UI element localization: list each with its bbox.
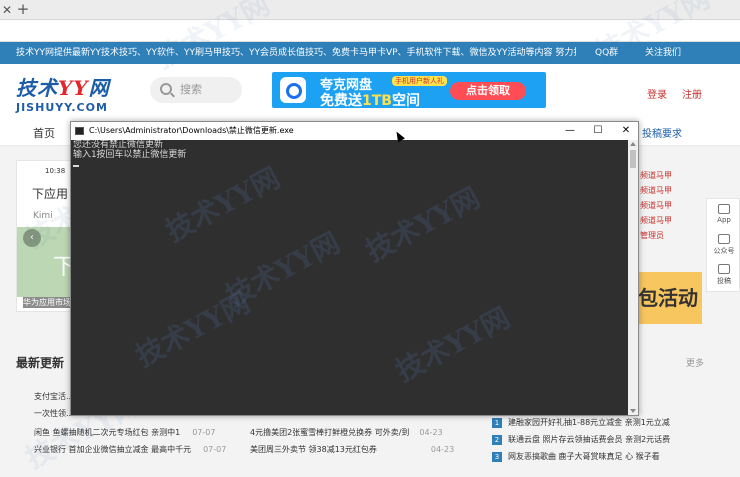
featured-card[interactable]: 10:38 下应用 Kimi 下 ‹ 华为应用市场 (16, 160, 78, 312)
list-item-date: 04-23 (419, 428, 443, 437)
promo-banner[interactable]: 包活动 (630, 272, 702, 324)
more-link[interactable]: 更多 (686, 356, 704, 369)
list-item-text: 4元撸美团2张蜜雪棒打鲜橙兑换券 可外卖/到 (250, 428, 410, 437)
quark-banner-ad[interactable]: 夸克网盘 手机用户新人礼 免费送1TB空间 点击领取 (272, 72, 546, 108)
watermark: 技术YY网 (130, 285, 256, 374)
watermark: 技术YY网 (360, 180, 486, 269)
quark-logo-icon (280, 77, 306, 103)
rank-number: 2 (492, 435, 502, 445)
qrcode-icon (718, 234, 730, 244)
sidebar-app[interactable]: App (707, 201, 740, 231)
rank-text: 网友恶搞歌曲 鹿子大哥赏味真足 心 猴子看 (508, 452, 660, 461)
list-item-text: 闲鱼 鱼螺抽随机二次元专场红包 亲测中1 (34, 428, 181, 437)
topbar-news: 技术YY网提供最新YY技术技巧、YY软件、YY刷马甲技巧、YY会员成长值技巧、免… (16, 48, 576, 58)
console-line: 输入1按回车以禁止微信更新 (73, 150, 187, 160)
logo-subtitle: JISHUYY.COM (16, 101, 108, 114)
list-item-text: 一次性领... (34, 409, 74, 418)
wechat-follow-link[interactable]: 关注我们 (645, 42, 681, 64)
banner-claim-button[interactable]: 点击领取 (450, 82, 526, 100)
list-item[interactable]: 一次性领... (34, 408, 74, 419)
console-titlebar[interactable]: C:\Users\Administrator\Downloads\禁止微信更新.… (71, 122, 638, 140)
right-link[interactable]: 频道马甲 (640, 200, 690, 215)
list-item-text: 美团周三外卖节 领38减13元红包券 (250, 445, 377, 454)
console-line: 您还没有禁止微信更新 (73, 140, 164, 150)
minimize-button[interactable]: — (559, 123, 581, 139)
search-box[interactable]: 搜索 (150, 77, 242, 103)
login-link[interactable]: 登录 (647, 86, 667, 101)
banner-line2: 免费送1TB空间 (320, 90, 420, 108)
right-link[interactable]: 频道马甲 (640, 185, 690, 200)
logo-main-text: 技术 (16, 76, 58, 100)
sidebar-app-label: App (717, 216, 731, 224)
site-logo[interactable]: 技术YY网 JISHUYY.COM (16, 72, 126, 114)
sidebar-wechat[interactable]: 公众号 (707, 231, 740, 261)
list-item[interactable]: 支付宝活... (34, 391, 74, 402)
browser-tab-bar: ✕ + (0, 0, 740, 20)
card-kimi-label: Kimi (33, 211, 53, 221)
rank-number: 3 (492, 452, 502, 462)
maximize-button[interactable]: ☐ (587, 123, 609, 139)
sidebar-submit-label: 投稿 (717, 277, 731, 285)
banner-line2a: 免费送 (320, 93, 362, 108)
list-item-date: 07-07 (192, 428, 216, 437)
banner-line2b: 1TB (362, 93, 392, 108)
watermark: 技术YY网 (160, 160, 286, 249)
site-topbar: 技术YY网提供最新YY技术技巧、YY软件、YY刷马甲技巧、YY会员成长值技巧、免… (0, 42, 740, 64)
scroll-up-icon[interactable] (630, 142, 636, 146)
edit-icon (718, 264, 730, 274)
list-item[interactable]: 闲鱼 鱼螺抽随机二次元专场红包 亲测中1 07-07 (34, 427, 215, 438)
right-links-list: 频道马甲 频道马甲 频道马甲 频道马甲 管理员 (640, 170, 690, 245)
list-item[interactable]: 兴业银行 首加企业微信抽立减金 最高中千元 07-07 (34, 444, 226, 455)
nav-home[interactable]: 首页 (33, 125, 55, 141)
app-icon (718, 204, 730, 214)
watermark: 技术YY网 (390, 300, 516, 389)
console-window[interactable]: C:\Users\Administrator\Downloads\禁止微信更新.… (70, 121, 639, 416)
carousel-prev-icon[interactable]: ‹ (23, 229, 41, 247)
banner-tag: 手机用户新人礼 (392, 76, 447, 86)
right-link[interactable]: 管理员 (640, 230, 690, 245)
site-header: 技术YY网 JISHUYY.COM 搜索 夸克网盘 手机用户新人礼 免费送1TB… (0, 64, 740, 118)
right-link[interactable]: 频道马甲 (640, 170, 690, 185)
rank-item[interactable]: 2 联通云盘 照片存云领抽话费会员 亲测2元话费 (492, 434, 670, 445)
rank-item[interactable]: 3 网友恶搞歌曲 鹿子大哥赏味真足 心 猴子看 (492, 451, 660, 462)
qq-group-link[interactable]: QQ群 (595, 42, 618, 64)
rank-number: 1 (492, 418, 502, 428)
right-link[interactable]: 频道马甲 (640, 215, 690, 230)
list-item-text: 支付宝活... (34, 392, 74, 401)
card-time: 10:38 (45, 167, 66, 175)
logo-net-text: 网 (88, 76, 110, 100)
sidebar-submit[interactable]: 投稿 (707, 261, 740, 291)
list-item-text: 兴业银行 首加企业微信抽立减金 最高中千元 (34, 445, 192, 454)
tab-close-icon[interactable]: ✕ (0, 2, 14, 18)
logo-yy-text: YY (58, 76, 89, 100)
banner-line2c: 空间 (391, 93, 420, 108)
floating-sidebar: App 公众号 投稿 (706, 198, 740, 292)
rank-text: 联通云盘 照片存云领抽话费会员 亲测2元话费 (508, 435, 671, 444)
address-bar[interactable] (0, 20, 740, 42)
console-app-icon (75, 127, 84, 135)
list-item[interactable]: 美团周三外卖节 领38减13元红包券 04-23 (250, 444, 454, 455)
console-scrollbar[interactable] (628, 140, 638, 415)
latest-updates-title: 最新更新 (16, 356, 65, 370)
scroll-thumb[interactable] (630, 150, 636, 168)
list-item-date: 04-23 (430, 445, 455, 454)
scroll-down-icon[interactable] (630, 409, 636, 413)
new-tab-button[interactable]: + (16, 1, 30, 17)
search-icon (160, 83, 172, 95)
sidebar-wechat-label: 公众号 (713, 247, 735, 255)
console-output[interactable]: 您还没有禁止微信更新 输入1按回车以禁止微信更新 技术YY网 技术YY网 技术Y… (71, 140, 628, 415)
list-item-date: 07-07 (203, 445, 227, 454)
register-link[interactable]: 注册 (682, 86, 702, 101)
rank-text: 建融家园开好礼抽1-88元立减金 亲测1元立减 (508, 418, 670, 427)
console-cursor (73, 165, 79, 167)
rank-item[interactable]: 1 建融家园开好礼抽1-88元立减金 亲测1元立减 (492, 417, 670, 428)
search-placeholder: 搜索 (180, 83, 202, 96)
close-button[interactable]: ✕ (615, 123, 637, 139)
console-title: C:\Users\Administrator\Downloads\禁止微信更新.… (89, 126, 294, 135)
nav-submit-requirements[interactable]: 投稿要求 (642, 125, 682, 140)
watermark: 技术YY网 (220, 225, 346, 314)
card-title: 下应用 (32, 187, 69, 201)
list-item[interactable]: 4元撸美团2张蜜雪棒打鲜橙兑换券 可外卖/到 04-23 (250, 427, 443, 438)
